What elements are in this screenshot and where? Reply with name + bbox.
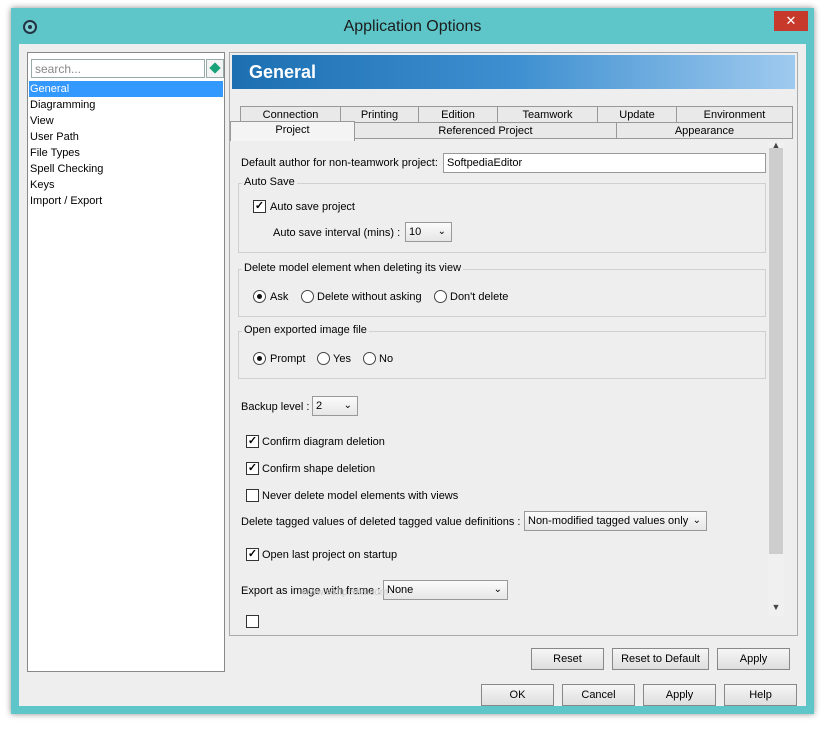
tab-edition[interactable]: Edition: [418, 106, 498, 123]
radio-yes[interactable]: [317, 352, 330, 365]
window-title: Application Options: [343, 18, 482, 35]
delete-model-group: Delete model element when deleting its v…: [238, 262, 766, 317]
radio-prompt[interactable]: [253, 352, 266, 365]
nav-item-file-types[interactable]: File Types: [29, 145, 223, 161]
delete-model-legend: Delete model element when deleting its v…: [242, 262, 464, 274]
confirm-shape-checkbox[interactable]: ✓: [246, 462, 259, 475]
auto-save-interval-value: 10: [409, 226, 422, 238]
dialog-body: General Diagramming View User Path File …: [19, 44, 806, 706]
ok-button[interactable]: OK: [481, 684, 554, 706]
panel-apply-button[interactable]: Apply: [717, 648, 790, 670]
close-button[interactable]: ✕: [774, 11, 808, 31]
export-frame-select[interactable]: None ⌄: [383, 580, 508, 600]
page-title: General: [232, 55, 795, 89]
confirm-diagram-label: Confirm diagram deletion: [262, 436, 385, 448]
chevron-down-icon: ⌄: [437, 226, 446, 237]
chevron-down-icon: ⌄: [493, 584, 502, 595]
tab-environment[interactable]: Environment: [676, 106, 793, 123]
nav-item-user-path[interactable]: User Path: [29, 129, 223, 145]
close-icon: ✕: [785, 13, 797, 28]
cancel-button[interactable]: Cancel: [562, 684, 635, 706]
chevron-down-icon: ⌄: [343, 400, 352, 411]
open-exported-group: Open exported image file Prompt Yes No: [238, 324, 766, 379]
nav-item-view[interactable]: View: [29, 113, 223, 129]
project-tab-content: Default author for non-teamwork project:…: [230, 141, 797, 635]
nav-item-diagramming[interactable]: Diagramming: [29, 97, 223, 113]
scroll-thumb[interactable]: [769, 148, 783, 554]
tab-appearance[interactable]: Appearance: [616, 122, 793, 139]
title-bar[interactable]: Application Options ✕: [11, 8, 814, 44]
delete-tagged-label: Delete tagged values of deleted tagged v…: [241, 516, 521, 528]
search-go-icon[interactable]: [206, 59, 224, 78]
settings-panel: General Connection Printing Edition Team…: [229, 52, 798, 636]
auto-save-legend: Auto Save: [242, 176, 297, 188]
tab-teamwork[interactable]: Teamwork: [497, 106, 598, 123]
apply-button[interactable]: Apply: [643, 684, 716, 706]
reset-button[interactable]: Reset: [531, 648, 604, 670]
radio-ask-label: Ask: [270, 291, 289, 303]
partial-checkbox[interactable]: [246, 615, 259, 628]
auto-save-interval-select[interactable]: 10 ⌄: [405, 222, 452, 242]
never-delete-checkbox[interactable]: [246, 489, 259, 502]
watermark: www.softpedia.com: [302, 587, 389, 598]
never-delete-label: Never delete model elements with views: [262, 490, 459, 502]
auto-save-group: Auto Save ✓ Auto save project Auto save …: [238, 176, 766, 253]
radio-dont-delete-label: Don't delete: [450, 291, 509, 303]
reset-to-default-button[interactable]: Reset to Default: [612, 648, 709, 670]
nav-item-import-export[interactable]: Import / Export: [29, 193, 223, 209]
open-exported-legend: Open exported image file: [242, 324, 369, 336]
export-frame-value: None: [387, 584, 414, 596]
radio-yes-label: Yes: [333, 353, 351, 365]
nav-item-general[interactable]: General: [29, 81, 223, 97]
chevron-down-icon: ⌄: [692, 515, 701, 526]
radio-no[interactable]: [363, 352, 376, 365]
radio-no-label: No: [379, 353, 394, 365]
tab-referenced-project[interactable]: Referenced Project: [354, 122, 617, 139]
delete-tagged-value: Non-modified tagged values only: [528, 515, 689, 527]
delete-tagged-select[interactable]: Non-modified tagged values only ⌄: [524, 511, 707, 531]
application-options-window: Application Options ✕ General Diagrammin…: [11, 8, 814, 714]
nav-item-keys[interactable]: Keys: [29, 177, 223, 193]
category-list: General Diagramming View User Path File …: [29, 81, 223, 209]
radio-ask[interactable]: [253, 290, 266, 303]
vertical-scrollbar[interactable]: ▲ ▼: [768, 141, 784, 616]
auto-save-label: Auto save project: [270, 201, 355, 213]
backup-level-value: 2: [316, 400, 323, 412]
auto-save-checkbox[interactable]: ✓: [253, 200, 266, 213]
open-last-label: Open last project on startup: [262, 549, 398, 561]
nav-item-spell-checking[interactable]: Spell Checking: [29, 161, 223, 177]
radio-prompt-label: Prompt: [270, 353, 306, 365]
backup-level-label: Backup level :: [241, 401, 310, 413]
auto-save-interval-label: Auto save interval (mins) :: [273, 227, 401, 239]
backup-level-select[interactable]: 2 ⌄: [312, 396, 358, 416]
radio-delete-without-asking[interactable]: [301, 290, 314, 303]
confirm-shape-label: Confirm shape deletion: [262, 463, 376, 475]
author-field[interactable]: SoftpediaEditor: [443, 153, 766, 173]
scroll-down-icon[interactable]: ▼: [768, 602, 784, 612]
radio-dont-delete[interactable]: [434, 290, 447, 303]
tab-update[interactable]: Update: [597, 106, 677, 123]
author-label: Default author for non-teamwork project:: [241, 157, 438, 169]
radio-delete-without-asking-label: Delete without asking: [317, 291, 422, 303]
category-panel: General Diagramming View User Path File …: [27, 52, 225, 672]
open-last-checkbox[interactable]: ✓: [246, 548, 259, 561]
help-button[interactable]: Help: [724, 684, 797, 706]
search-input[interactable]: [31, 59, 205, 78]
confirm-diagram-checkbox[interactable]: ✓: [246, 435, 259, 448]
tab-project[interactable]: Project: [230, 121, 355, 141]
